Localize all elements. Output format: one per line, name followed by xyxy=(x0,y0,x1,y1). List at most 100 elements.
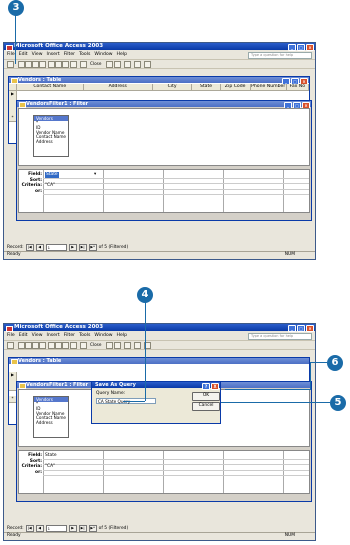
close-toolbar-button[interactable]: Close xyxy=(90,342,101,347)
help-icon[interactable] xyxy=(144,61,151,68)
cancel-button[interactable]: Cancel xyxy=(192,402,220,411)
menu-view[interactable]: View xyxy=(32,51,43,58)
open-icon[interactable] xyxy=(70,342,77,349)
redo-icon[interactable] xyxy=(134,61,141,68)
menu-help[interactable]: Help xyxy=(117,332,127,339)
view-icon[interactable] xyxy=(7,342,14,349)
open-icon[interactable] xyxy=(70,61,77,68)
field-item[interactable]: Address xyxy=(34,420,68,426)
table-icon xyxy=(11,359,18,365)
menu-edit[interactable]: Edit xyxy=(19,51,28,58)
spelling-icon[interactable] xyxy=(39,61,46,68)
col-zip[interactable]: Zip Code xyxy=(221,84,251,90)
copy-icon[interactable] xyxy=(55,61,62,68)
menu-view[interactable]: View xyxy=(32,332,43,339)
spelling-icon[interactable] xyxy=(39,342,46,349)
access-logo-icon xyxy=(6,325,13,332)
maximize-icon[interactable]: □ xyxy=(297,44,305,51)
col-fax[interactable]: Fax No xyxy=(287,84,309,90)
save-icon[interactable] xyxy=(18,61,25,68)
access-window-top: Microsoft Office Access 2003 _ □ × File … xyxy=(3,42,316,260)
menu-tools[interactable]: Tools xyxy=(79,332,90,339)
num-lock-indicator: NUM xyxy=(284,252,295,257)
last-record-button[interactable]: ▶| xyxy=(78,244,87,251)
preview-icon[interactable] xyxy=(32,342,39,349)
help-search-input[interactable]: Type a question for help xyxy=(248,333,312,340)
vendors-field-list[interactable]: Vendors * ID Vendor Name Contact Name Ad… xyxy=(33,115,69,157)
table-titlebar: Vendors : Table xyxy=(9,358,309,365)
paste-icon[interactable] xyxy=(62,342,69,349)
menu-file[interactable]: File xyxy=(7,51,15,58)
apply-filter-icon[interactable] xyxy=(114,342,121,349)
next-record-button[interactable]: ▶ xyxy=(68,244,77,251)
menu-filter[interactable]: Filter xyxy=(64,51,75,58)
corner-cell[interactable] xyxy=(9,84,17,90)
col-state[interactable]: State xyxy=(192,84,221,90)
dialog-help-icon[interactable]: ? xyxy=(202,383,210,390)
menu-tools[interactable]: Tools xyxy=(79,51,90,58)
new-record-button[interactable]: ▶* xyxy=(88,525,97,532)
col-address[interactable]: Address xyxy=(84,84,153,90)
record-number-input[interactable]: 1 xyxy=(45,525,67,532)
menu-filter[interactable]: Filter xyxy=(64,332,75,339)
undo-icon[interactable] xyxy=(124,61,131,68)
grid-labels: Field: Sort: Criteria: or: xyxy=(19,172,43,194)
menu-file[interactable]: File xyxy=(7,332,15,339)
save-query-icon[interactable] xyxy=(80,342,87,349)
print-icon[interactable] xyxy=(25,61,32,68)
menu-window[interactable]: Window xyxy=(94,332,112,339)
field-cell-state[interactable]: State xyxy=(45,172,59,178)
menu-insert[interactable]: Insert xyxy=(47,332,60,339)
col-city[interactable]: City xyxy=(153,84,193,90)
prev-record-button[interactable]: ◀ xyxy=(35,244,44,251)
clear-grid-icon[interactable] xyxy=(106,61,113,68)
first-record-button[interactable]: |◀ xyxy=(25,244,34,251)
preview-icon[interactable] xyxy=(32,61,39,68)
next-record-button[interactable]: ▶ xyxy=(68,525,77,532)
view-icon[interactable] xyxy=(7,61,14,68)
criteria-cell[interactable]: "CA" xyxy=(45,183,55,189)
record-number-input[interactable]: 1 xyxy=(45,244,67,251)
close-icon[interactable]: × xyxy=(306,44,314,51)
col-phone[interactable]: Phone Number xyxy=(251,84,287,90)
help-search-input[interactable]: Type a question for help xyxy=(248,52,312,59)
menu-window[interactable]: Window xyxy=(94,51,112,58)
vendors-field-list[interactable]: Vendors * ID Vendor Name Contact Name Ad… xyxy=(33,396,69,438)
close-toolbar-button[interactable]: Close xyxy=(90,61,101,66)
filter-design-grid: Field: Sort: Criteria: or: State ▾ "CA" xyxy=(18,169,310,213)
cut-icon[interactable] xyxy=(48,342,55,349)
print-icon[interactable] xyxy=(25,342,32,349)
col-contact-name[interactable]: Contact Name xyxy=(17,84,84,90)
filter-design-grid: Field: Sort: Criteria: or: State "CA" xyxy=(18,450,310,494)
app-title: Microsoft Office Access 2003 xyxy=(14,324,104,330)
field-item[interactable]: Address xyxy=(34,139,68,145)
menu-help[interactable]: Help xyxy=(117,51,127,58)
prev-record-button[interactable]: ◀ xyxy=(35,525,44,532)
minimize-icon[interactable]: _ xyxy=(288,44,296,51)
field-cell-state[interactable]: State xyxy=(45,453,57,459)
table-titlebar: Vendors : Table _ □ × xyxy=(9,77,309,85)
paste-icon[interactable] xyxy=(62,61,69,68)
save-icon[interactable] xyxy=(18,342,25,349)
undo-icon[interactable] xyxy=(124,342,131,349)
ok-button[interactable]: OK xyxy=(192,392,220,401)
first-record-button[interactable]: |◀ xyxy=(25,525,34,532)
clear-grid-icon[interactable] xyxy=(106,342,113,349)
maximize-icon[interactable]: □ xyxy=(297,325,305,332)
menu-insert[interactable]: Insert xyxy=(47,51,60,58)
dropdown-icon[interactable]: ▾ xyxy=(94,172,96,178)
dialog-close-icon[interactable]: X xyxy=(211,383,219,390)
minimize-icon[interactable]: _ xyxy=(288,325,296,332)
cut-icon[interactable] xyxy=(48,61,55,68)
save-query-icon[interactable] xyxy=(80,61,87,68)
redo-icon[interactable] xyxy=(134,342,141,349)
criteria-cell[interactable]: "CA" xyxy=(45,464,55,470)
apply-filter-icon[interactable] xyxy=(114,61,121,68)
status-text: Ready xyxy=(7,252,21,257)
close-icon[interactable]: × xyxy=(306,325,314,332)
new-record-button[interactable]: ▶* xyxy=(88,244,97,251)
menu-edit[interactable]: Edit xyxy=(19,332,28,339)
copy-icon[interactable] xyxy=(55,342,62,349)
last-record-button[interactable]: ▶| xyxy=(78,525,87,532)
grid-labels: Field: Sort: Criteria: or: xyxy=(19,453,43,475)
